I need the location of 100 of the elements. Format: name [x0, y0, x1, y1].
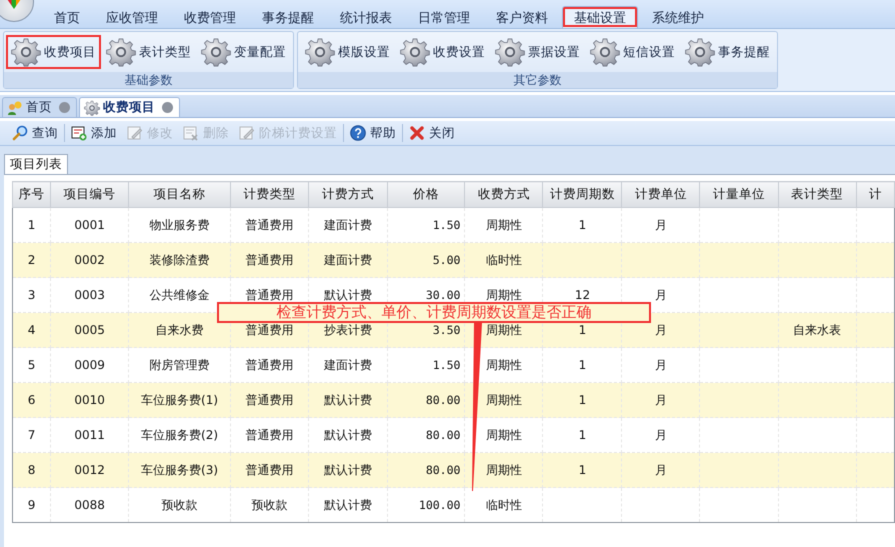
table-cell: 普通费用 — [246, 358, 294, 372]
table-cell: 0002 — [74, 253, 105, 267]
table-cell: 车位服务费(1) — [141, 392, 218, 406]
table-cell: 默认计费 — [324, 428, 372, 442]
table-cell: 3 — [28, 288, 36, 302]
table-cell: 1 — [578, 218, 586, 232]
table-cell: 1.50 — [432, 358, 460, 372]
list-tab[interactable]: 项目列表 — [4, 154, 68, 174]
table-cell: 周期性 — [486, 218, 522, 232]
table-cell: 车位服务费(3) — [141, 462, 218, 476]
table-cell: 3.50 — [432, 323, 460, 337]
table-cell: 周期性 — [486, 392, 522, 406]
table-cell: 默认计费 — [324, 392, 372, 406]
column-header[interactable]: 收费方式 — [464, 182, 543, 208]
menu-tab[interactable]: 日常管理 — [406, 6, 482, 28]
close-icon — [409, 125, 425, 141]
table-cell: 30.00 — [426, 288, 460, 302]
column-header[interactable]: 表计类型 — [778, 182, 856, 208]
menu-tab[interactable]: 事务提醒 — [250, 6, 326, 28]
table-cell: 周期性 — [486, 322, 522, 336]
menu-tab[interactable]: 收费管理 — [172, 6, 248, 28]
toolbar-button[interactable]: 帮助 — [346, 122, 400, 144]
group-title: 其它参数 — [298, 72, 777, 88]
table-cell: 6 — [28, 393, 36, 407]
table-cell: 月 — [654, 428, 667, 442]
table-cell: 1 — [578, 463, 586, 477]
ribbon-button[interactable]: 模版设置 — [300, 35, 395, 69]
table-cell: 0003 — [74, 288, 105, 302]
ribbon-button[interactable]: 短信设置 — [585, 35, 680, 69]
document-tab[interactable]: 收费项目 — [79, 97, 180, 117]
column-header[interactable]: 计费方式 — [308, 182, 388, 208]
table-cell: 2 — [28, 253, 36, 267]
table-cell: 普通费用 — [246, 288, 294, 302]
column-header[interactable]: 价格 — [387, 182, 465, 208]
gear-icon — [201, 37, 231, 67]
gear-icon — [84, 100, 100, 116]
table-cell: 装修除渣费 — [150, 252, 210, 266]
table-cell: 1 — [578, 323, 586, 337]
table-cell: 1.50 — [432, 218, 460, 232]
column-header[interactable]: 项目编号 — [50, 182, 129, 208]
table-cell: 月 — [654, 322, 667, 336]
gear-icon — [305, 37, 335, 67]
column-header[interactable]: 计费类型 — [230, 182, 309, 208]
table-cell: 0005 — [74, 323, 105, 337]
table-cell: 预收款 — [252, 498, 288, 512]
gear-icon — [685, 37, 715, 67]
table-cell: 公共维修金 — [150, 288, 210, 302]
search-icon — [12, 125, 28, 141]
column-header[interactable]: 计 — [856, 182, 894, 208]
table-cell: 1 — [578, 393, 586, 407]
toolbar-button[interactable]: 添加 — [67, 122, 121, 144]
annotation-callout: 检查计费方式、单价、计费周期数设置是否正确 — [217, 302, 651, 323]
table-cell: 临时性 — [486, 498, 522, 512]
group-title: 基础参数 — [4, 72, 293, 88]
ribbon-button[interactable]: 变量配置 — [196, 35, 291, 69]
menu-tab[interactable]: 统计报表 — [328, 6, 404, 28]
table-cell: 车位服务费(2) — [141, 428, 218, 442]
table-cell: 1 — [578, 358, 586, 372]
document-tab[interactable]: 首页 — [2, 97, 77, 117]
table-cell: 普通费用 — [246, 218, 294, 232]
table-cell: 月 — [654, 358, 667, 372]
table-cell: 附房管理费 — [150, 358, 210, 372]
table-cell: 月 — [654, 288, 667, 302]
close-tab-icon[interactable] — [59, 102, 70, 113]
table-cell: 80.00 — [426, 393, 460, 407]
ribbon-button[interactable]: 表计类型 — [101, 35, 196, 69]
table-cell: 0010 — [74, 393, 105, 407]
table-cell: 默认计费 — [324, 288, 372, 302]
column-header[interactable]: 计费单位 — [622, 182, 700, 208]
table-cell: 1 — [28, 218, 36, 232]
toolbar-button[interactable]: 查询 — [8, 122, 62, 144]
table-cell: 自来水费 — [156, 322, 204, 336]
table-cell: 抄表计费 — [324, 322, 372, 336]
column-header[interactable]: 计费周期数 — [542, 182, 622, 208]
ribbon-button[interactable]: 票据设置 — [490, 35, 585, 69]
column-header[interactable]: 计量单位 — [700, 182, 778, 208]
menu-tab[interactable]: 客户资料 — [484, 6, 560, 28]
gear-icon — [11, 37, 41, 67]
menu-tab[interactable]: 系统维护 — [640, 6, 716, 28]
column-header[interactable]: 序号 — [12, 182, 51, 208]
table-cell: 月 — [654, 218, 667, 232]
ribbon-button[interactable]: 事务提醒 — [680, 35, 775, 69]
table-cell: 周期性 — [486, 462, 522, 476]
close-tab-icon[interactable] — [162, 102, 173, 113]
menu-tab[interactable]: 基础设置 — [562, 6, 638, 28]
table-cell: 周期性 — [486, 288, 522, 302]
menu-tab[interactable]: 应收管理 — [94, 6, 170, 28]
column-header[interactable]: 项目名称 — [128, 182, 230, 208]
toolbar-button[interactable]: 关闭 — [405, 122, 459, 144]
table-cell: 普通费用 — [246, 462, 294, 476]
table-cell: 0009 — [74, 358, 105, 372]
table-cell: 默认计费 — [324, 498, 372, 512]
table-cell: 普通费用 — [246, 322, 294, 336]
form-add-icon — [71, 125, 87, 141]
table-cell: 建面计费 — [324, 358, 372, 372]
table-cell: 0001 — [74, 218, 105, 232]
ribbon-button[interactable]: 收费项目 — [6, 35, 101, 69]
table-cell: 80.00 — [426, 428, 460, 442]
ribbon-button[interactable]: 收费设置 — [395, 35, 490, 69]
menu-tab[interactable]: 首页 — [42, 6, 92, 28]
